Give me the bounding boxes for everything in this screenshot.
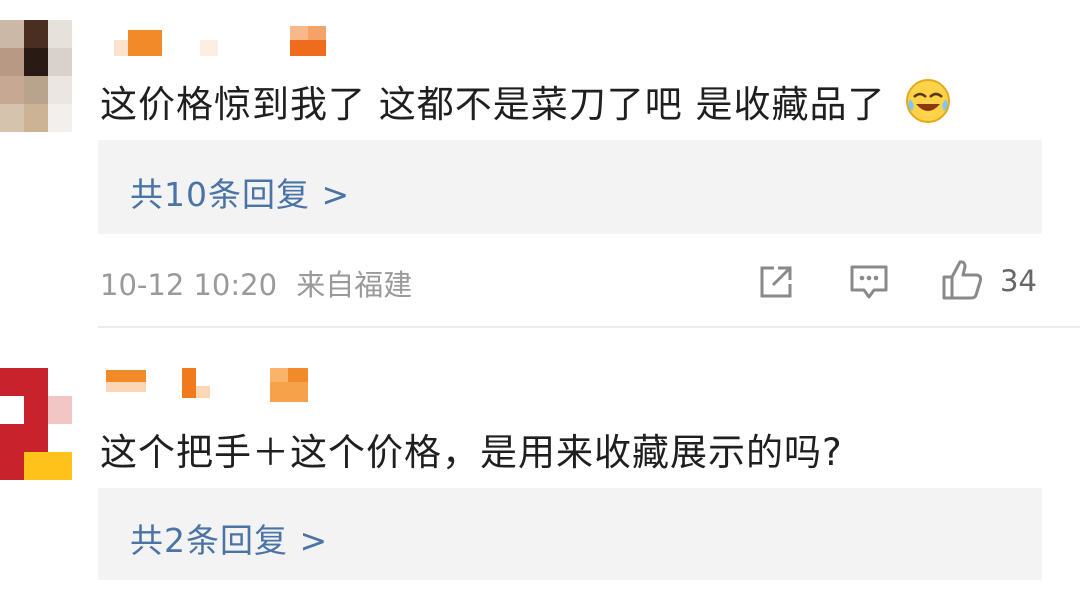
comment-text: 这价格惊到我了 这都不是菜刀了吧 是收藏品了 bbox=[100, 74, 952, 128]
replies-box[interactable]: 共2条回复 > bbox=[98, 488, 1042, 580]
divider bbox=[98, 326, 1080, 328]
like-count: 34 bbox=[1000, 264, 1037, 298]
comment-text: 这个把手＋这个价格，是用来收藏展示的吗? bbox=[100, 431, 843, 474]
comment-meta: 10-12 10:20 来自福建 bbox=[100, 262, 412, 304]
location: 来自福建 bbox=[296, 268, 413, 302]
comment-icon[interactable] bbox=[848, 262, 890, 302]
username-redacted[interactable] bbox=[100, 26, 340, 56]
laughing-crying-emoji bbox=[906, 79, 951, 123]
like-icon[interactable] bbox=[940, 258, 984, 302]
username-redacted[interactable] bbox=[100, 368, 340, 402]
comment-1: 这价格惊到我了 这都不是菜刀了吧 是收藏品了 共10条回复 > 10-12 10… bbox=[0, 0, 1080, 330]
avatar[interactable] bbox=[0, 368, 72, 480]
share-icon[interactable] bbox=[756, 262, 796, 302]
avatar[interactable] bbox=[0, 20, 72, 132]
timestamp: 10-12 10:20 bbox=[100, 268, 278, 302]
view-replies-link[interactable]: 共2条回复 > bbox=[130, 514, 328, 562]
view-replies-link[interactable]: 共10条回复 > bbox=[130, 168, 350, 216]
replies-box[interactable]: 共10条回复 > bbox=[98, 140, 1042, 234]
comment-2: 这个把手＋这个价格，是用来收藏展示的吗? 共2条回复 > bbox=[0, 330, 1080, 598]
